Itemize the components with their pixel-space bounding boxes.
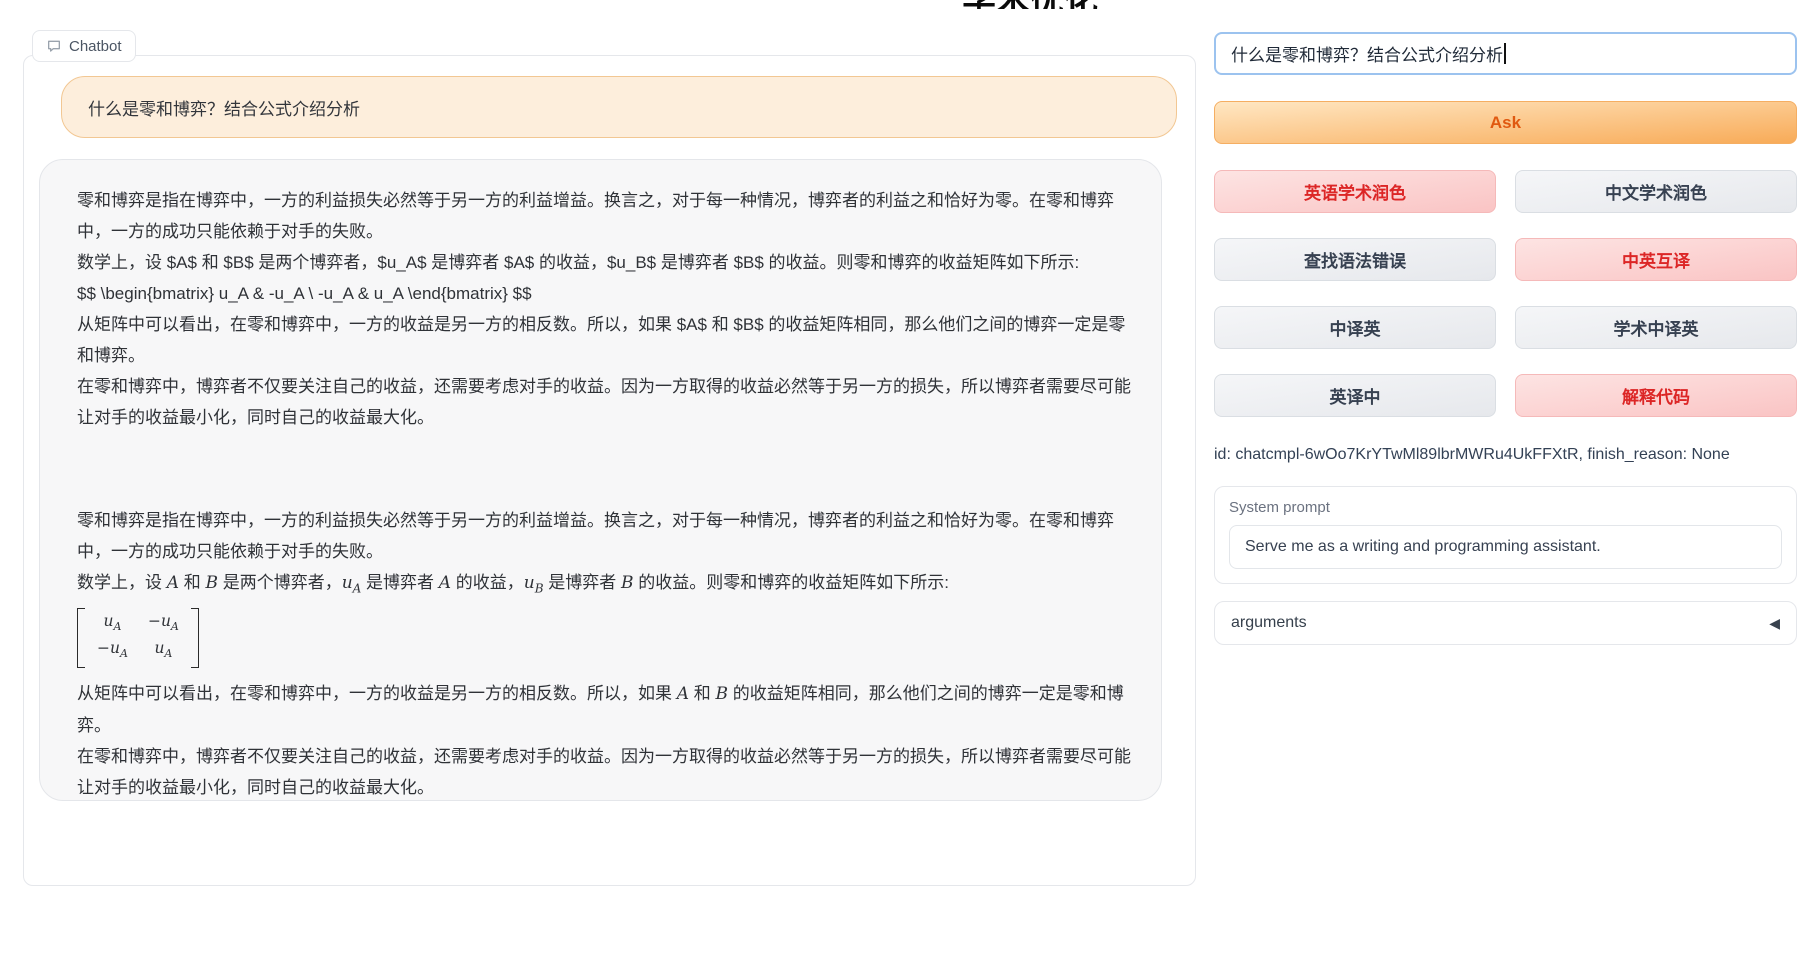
function-button-grid: 英语学术润色 中文学术润色 查找语法错误 中英互译 中译英 学术中译英 英译中 …	[1214, 170, 1797, 417]
bot-rendered-block: 零和博弈是指在博弈中，一方的利益损失必然等于另一方的利益增益。换言之，对于每一种…	[77, 505, 1131, 801]
bot-raw-latex-line: $$ \begin{bmatrix} u_A & -u_A \ -u_A & u…	[77, 278, 1131, 309]
system-prompt-input[interactable]: Serve me as a writing and programming as…	[1229, 525, 1782, 569]
user-message: 什么是零和博弈？结合公式介绍分析	[61, 76, 1177, 138]
chatbot-label-text: Chatbot	[69, 38, 122, 55]
ask-button[interactable]: Ask	[1214, 101, 1797, 144]
bot-rendered-paragraph: 在零和博弈中，博弈者不仅要关注自己的收益，还需要考虑对手的收益。因为一方取得的收…	[77, 741, 1131, 801]
matrix-cell: −uA	[97, 638, 128, 664]
matrix-cell: −uA	[148, 611, 179, 637]
chatbot-label: Chatbot	[32, 30, 136, 62]
matrix-cell: uA	[97, 611, 128, 637]
app-page: 学术优化 Chatbot 什么是零和博弈？结合公式介绍分析 零和博弈是指在博弈中…	[0, 0, 1814, 961]
btn-chinese-academic-polish[interactable]: 中文学术润色	[1515, 170, 1797, 213]
math-var: A	[167, 573, 179, 593]
bot-raw-paragraph: 在零和博弈中，博弈者不仅要关注自己的收益，还需要考虑对手的收益。因为一方取得的收…	[77, 371, 1131, 433]
btn-english-academic-polish[interactable]: 英语学术润色	[1214, 170, 1496, 213]
bot-message: 零和博弈是指在博弈中，一方的利益损失必然等于另一方的利益增益。换言之，对于每一种…	[39, 159, 1162, 801]
system-prompt-card: System prompt Serve me as a writing and …	[1214, 486, 1797, 584]
bot-rendered-math-paragraph: 从矩阵中可以看出，在零和博弈中，一方的收益是另一方的相反数。所以，如果 A 和 …	[77, 678, 1131, 741]
btn-academic-zh-to-en[interactable]: 学术中译英	[1515, 306, 1797, 349]
clipped-page-title: 学术优化	[905, 0, 1155, 9]
chatbot-panel: Chatbot 什么是零和博弈？结合公式介绍分析 零和博弈是指在博弈中，一方的利…	[23, 55, 1196, 886]
controls-column: 什么是零和博弈？结合公式介绍分析 Ask 英语学术润色 中文学术润色 查找语法错…	[1214, 32, 1797, 645]
question-input[interactable]: 什么是零和博弈？结合公式介绍分析	[1214, 32, 1797, 75]
bot-raw-paragraph: 零和博弈是指在博弈中，一方的利益损失必然等于另一方的利益增益。换言之，对于每一种…	[77, 185, 1131, 247]
clipped-page-title-text: 学术优化	[962, 0, 1098, 9]
status-line: id: chatcmpl-6wOo7KrYTwMl89lbrMWRu4UkFFX…	[1214, 446, 1797, 464]
arguments-accordion-label: arguments	[1231, 614, 1307, 632]
bot-rendered-math-paragraph: 数学上，设 A 和 B 是两个博弈者，uA 是博弈者 A 的收益，uB 是博弈者…	[77, 567, 1131, 604]
btn-find-grammar-errors[interactable]: 查找语法错误	[1214, 238, 1496, 281]
btn-en-to-zh[interactable]: 英译中	[1214, 374, 1496, 417]
system-prompt-label: System prompt	[1229, 499, 1782, 516]
math-var: A	[677, 684, 689, 704]
bot-raw-paragraph: 从矩阵中可以看出，在零和博弈中，一方的收益是另一方的相反数。所以，如果 $A$ …	[77, 309, 1131, 371]
payoff-matrix-row: uA −uA −uA uA	[77, 604, 1131, 677]
math-var: uB	[524, 573, 544, 593]
btn-explain-code[interactable]: 解释代码	[1515, 374, 1797, 417]
math-var: B	[621, 573, 634, 593]
matrix-cell: uA	[148, 638, 179, 664]
accordion-collapse-icon: ◀	[1769, 615, 1780, 632]
user-message-text: 什么是零和博弈？结合公式介绍分析	[88, 95, 360, 120]
math-var: B	[205, 573, 218, 593]
btn-zh-en-mutual-translate[interactable]: 中英互译	[1515, 238, 1797, 281]
chat-bubble-icon	[46, 38, 62, 54]
matrix-right-bracket	[191, 608, 199, 667]
btn-zh-to-en[interactable]: 中译英	[1214, 306, 1496, 349]
bot-raw-paragraph: 数学上，设 $A$ 和 $B$ 是两个博弈者，$u_A$ 是博弈者 $A$ 的收…	[77, 247, 1131, 278]
question-input-value: 什么是零和博弈？结合公式介绍分析	[1231, 41, 1503, 66]
bot-raw-block: 零和博弈是指在博弈中，一方的利益损失必然等于另一方的利益增益。换言之，对于每一种…	[77, 185, 1131, 433]
math-var: B	[715, 684, 728, 704]
arguments-accordion[interactable]: arguments ◀	[1214, 601, 1797, 645]
math-var: A	[439, 573, 451, 593]
bot-rendered-paragraph: 零和博弈是指在博弈中，一方的利益损失必然等于另一方的利益增益。换言之，对于每一种…	[77, 505, 1131, 567]
matrix-left-bracket	[77, 608, 85, 667]
math-var: uA	[342, 573, 362, 593]
text-caret	[1504, 43, 1506, 64]
payoff-matrix: uA −uA −uA uA	[77, 608, 199, 667]
message-block-gap	[77, 433, 1131, 505]
